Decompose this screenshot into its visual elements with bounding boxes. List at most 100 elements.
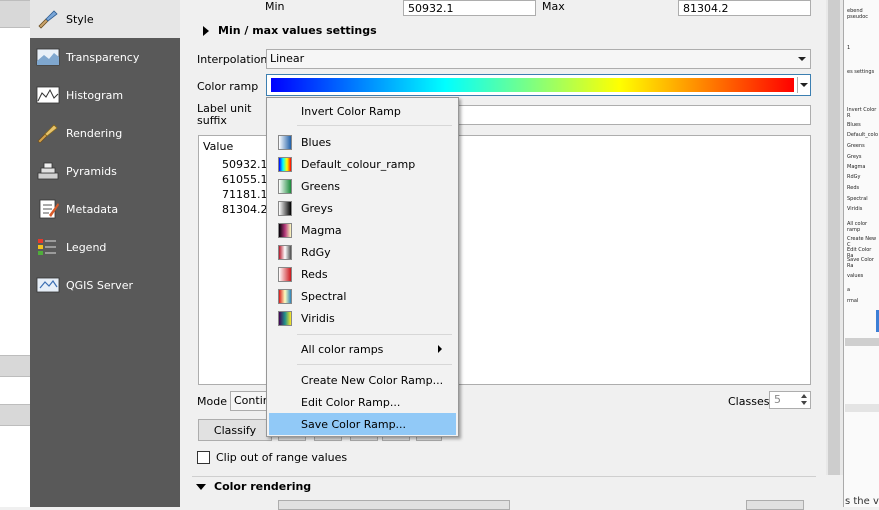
background-text: Magma	[847, 164, 866, 170]
menu-item-ramp[interactable]: Greens	[269, 175, 456, 197]
background-text: Spectral	[847, 196, 868, 202]
menu-item-ramp[interactable]: Default_colour_ramp	[269, 153, 456, 175]
classes-spinbox[interactable]: 5	[769, 391, 811, 409]
color-ramp-preview	[271, 78, 794, 92]
menu-item-invert-color-ramp[interactable]: Invert Color Ramp	[269, 100, 456, 122]
menu-item-ramp[interactable]: Viridis	[269, 307, 456, 329]
menu-item-label: Magma	[301, 223, 342, 237]
checkbox-label: Clip out of range values	[216, 451, 348, 464]
sidebar-item-style[interactable]: Style	[30, 0, 180, 38]
sidebar-item-label: Pyramids	[66, 164, 117, 178]
background-text: es settings	[847, 69, 875, 75]
ramp-swatch-icon	[278, 244, 292, 260]
menu-item-ramp[interactable]: Reds	[269, 263, 456, 285]
menu-item-ramp[interactable]: Magma	[269, 219, 456, 241]
min-label: Min	[265, 0, 285, 13]
background-text: All color ramp	[847, 221, 868, 233]
background-text: Invert Color R	[847, 107, 877, 119]
label-line: suffix	[197, 114, 227, 127]
background-text: 1	[847, 45, 851, 51]
chevron-right-icon	[438, 345, 442, 353]
sidebar-item-legend[interactable]: Legend	[30, 228, 180, 266]
menu-item-label: All color ramps	[301, 342, 384, 356]
section-title: Color rendering	[214, 480, 312, 493]
menu-item-save-color-ramp[interactable]: Save Color Ramp...	[269, 413, 456, 435]
background-text: Default_colo	[847, 132, 879, 138]
menu-item-label: Greens	[301, 179, 341, 193]
sidebar-item-label: QGIS Server	[66, 278, 133, 292]
properties-sidebar: Style Transparency Histogram Rendering P…	[30, 0, 180, 507]
minmax-settings-section[interactable]: Min / max values settings	[203, 24, 377, 37]
legend-icon	[36, 237, 60, 257]
mode-label: Mode	[197, 395, 227, 408]
reset-button[interactable]	[746, 500, 804, 510]
sidebar-item-transparency[interactable]: Transparency	[30, 38, 180, 76]
color-ramp-menu: Invert Color Ramp Blues Default_colour_ra…	[266, 97, 459, 437]
background-text: s the v	[845, 496, 879, 507]
background-text: Reds	[847, 185, 860, 191]
min-value-input[interactable]: 50932.1	[403, 0, 536, 16]
menu-item-ramp[interactable]: Greys	[269, 197, 456, 219]
menu-item-label: Default_colour_ramp	[301, 157, 416, 171]
menu-item-create-color-ramp[interactable]: Create New Color Ramp...	[269, 369, 456, 391]
classify-button[interactable]: Classify	[198, 419, 272, 441]
menu-item-label: Invert Color Ramp	[301, 104, 401, 118]
scrollbar-thumb[interactable]	[828, 0, 840, 475]
color-ramp-label: Color ramp	[197, 80, 259, 93]
max-value-input[interactable]: 81304.2	[678, 0, 811, 16]
menu-separator	[297, 125, 452, 126]
qgis-server-icon	[36, 275, 60, 295]
checkbox-box[interactable]	[197, 451, 210, 464]
spin-down-icon[interactable]	[801, 401, 807, 405]
histogram-icon	[36, 85, 60, 105]
color-ramp-button[interactable]	[266, 74, 811, 96]
color-rendering-section[interactable]: Color rendering	[196, 480, 311, 493]
value-column-header: Value	[203, 140, 234, 153]
sidebar-item-histogram[interactable]: Histogram	[30, 76, 180, 114]
color-ramp-dropdown-toggle[interactable]	[797, 77, 810, 93]
sidebar-item-metadata[interactable]: Metadata	[30, 190, 180, 228]
ramp-swatch-icon	[278, 288, 292, 304]
menu-item-ramp[interactable]: RdGy	[269, 241, 456, 263]
ramp-swatch-icon	[278, 200, 292, 216]
style-brush-icon	[36, 9, 60, 29]
ramp-swatch-icon	[278, 266, 292, 282]
background-text: Greens	[847, 143, 865, 149]
menu-item-label: Blues	[301, 135, 332, 149]
mode-select[interactable]: Continu	[230, 391, 277, 411]
interpolation-select[interactable]: Linear	[266, 49, 811, 69]
menu-separator	[297, 364, 452, 365]
background-strip	[0, 404, 30, 426]
chevron-down-icon	[800, 83, 808, 87]
ramp-swatch-icon	[278, 310, 292, 326]
interpolation-label: Interpolation	[197, 53, 268, 66]
ramp-swatch-icon	[278, 156, 292, 172]
value-cell[interactable]: 81304.2	[222, 203, 268, 216]
blending-mode-select[interactable]	[278, 500, 510, 510]
clip-out-of-range-checkbox[interactable]: Clip out of range values	[197, 451, 347, 464]
menu-item-all-color-ramps[interactable]: All color ramps	[269, 338, 456, 360]
spin-up-icon[interactable]	[801, 394, 807, 398]
pyramids-icon	[36, 161, 60, 181]
sidebar-item-pyramids[interactable]: Pyramids	[30, 152, 180, 190]
ramp-swatch-icon	[278, 134, 292, 150]
metadata-icon	[36, 199, 60, 219]
section-title: Min / max values settings	[218, 24, 377, 37]
menu-item-ramp[interactable]: Spectral	[269, 285, 456, 307]
sidebar-item-qgis-server[interactable]: QGIS Server	[30, 266, 180, 304]
background-strip	[845, 338, 879, 346]
background-strip	[0, 355, 30, 377]
background-text: Blues	[847, 122, 861, 128]
sidebar-item-label: Style	[66, 12, 94, 26]
value-cell[interactable]: 50932.1	[222, 158, 268, 171]
menu-item-ramp[interactable]: Blues	[269, 131, 456, 153]
menu-item-label: Viridis	[301, 311, 335, 325]
background-text: RdGy	[847, 174, 861, 180]
menu-item-edit-color-ramp[interactable]: Edit Color Ramp...	[269, 391, 456, 413]
classes-label: Classes	[728, 395, 770, 408]
sidebar-item-label: Transparency	[66, 50, 140, 64]
sidebar-item-rendering[interactable]: Rendering	[30, 114, 180, 152]
menu-separator	[297, 334, 452, 335]
chevron-down-icon	[798, 57, 806, 61]
menu-item-label: Spectral	[301, 289, 347, 303]
